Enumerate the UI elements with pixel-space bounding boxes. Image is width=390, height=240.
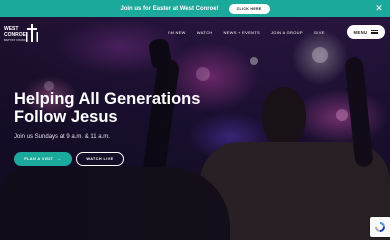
- nav-item-give[interactable]: GIVE: [314, 29, 325, 37]
- recaptcha-badge[interactable]: [370, 217, 390, 237]
- menu-button[interactable]: MENU: [347, 25, 385, 39]
- hero-headline: Helping All Generations Follow Jesus: [14, 90, 201, 126]
- watch-live-button[interactable]: WATCH LIVE: [76, 152, 124, 166]
- watch-live-label: WATCH LIVE: [86, 157, 114, 161]
- hamburger-icon: [371, 30, 379, 34]
- main-nav: I'M NEW WATCH NEWS + EVENTS JOIN A GROUP…: [168, 29, 325, 37]
- recaptcha-icon: [375, 222, 385, 232]
- nav-item-join-a-group[interactable]: JOIN A GROUP: [271, 29, 303, 37]
- church-logo[interactable]: WEST CONROE BAPTIST CHURCH: [4, 24, 38, 46]
- close-icon[interactable]: ✕: [374, 3, 384, 13]
- hero-overlay: [0, 17, 390, 240]
- plan-a-visit-label: PLAN A VISIT: [24, 157, 54, 161]
- nav-item-news-events[interactable]: NEWS + EVENTS: [223, 29, 259, 37]
- logo-text-conroe: CONROE: [4, 32, 26, 38]
- logo-text-subtitle: BAPTIST CHURCH: [4, 39, 28, 42]
- cross-icon: [26, 24, 38, 42]
- arrow-right-icon: →: [56, 156, 62, 162]
- nav-item-im-new[interactable]: I'M NEW: [168, 29, 186, 37]
- announcement-bar: Join us for Easter at West Conroe! CLICK…: [0, 0, 390, 17]
- announcement-click-here-button[interactable]: CLICK HERE: [228, 3, 270, 14]
- announcement-text: Join us for Easter at West Conroe!: [120, 5, 219, 12]
- hero-section: WEST CONROE BAPTIST CHURCH I'M NEW WATCH…: [0, 17, 390, 240]
- plan-a-visit-button[interactable]: PLAN A VISIT →: [14, 152, 72, 166]
- hero-subhead: Join us Sundays at 9 a.m. & 11 a.m.: [14, 134, 110, 140]
- menu-label: MENU: [353, 29, 368, 35]
- nav-item-watch[interactable]: WATCH: [197, 29, 213, 37]
